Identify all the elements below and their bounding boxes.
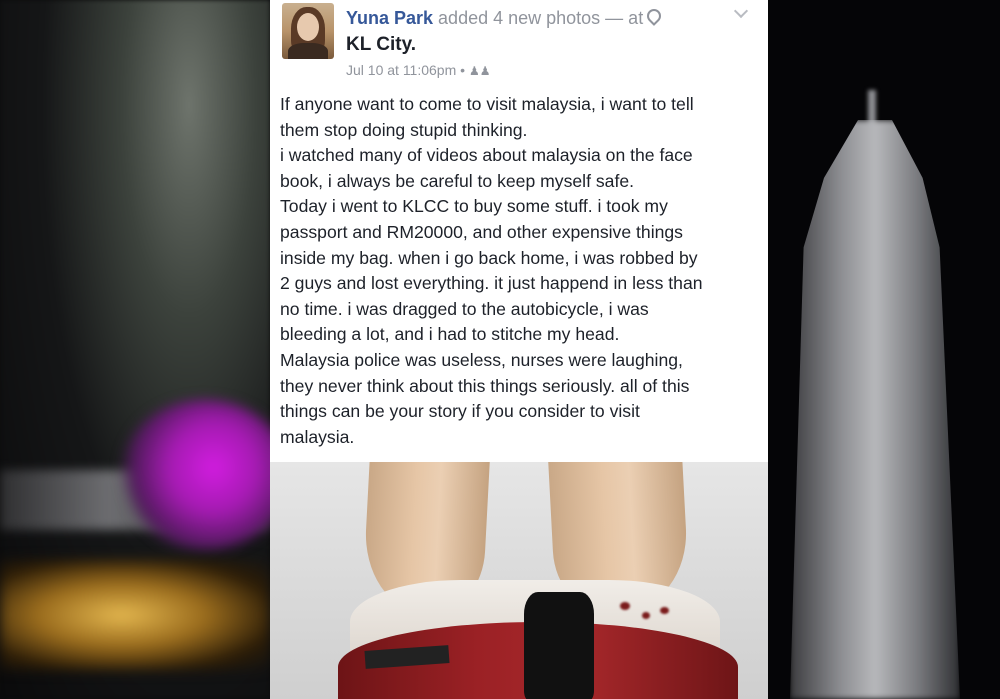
location-pin-icon (644, 6, 665, 26)
post-line: passport and RM20000, and other expensiv… (280, 221, 683, 242)
avatar[interactable] (282, 3, 334, 59)
post-line: Today i went to KLCC to buy some stuff. … (280, 196, 668, 217)
post-line: malaysia. (280, 426, 355, 447)
location-link[interactable]: KL City. (346, 34, 416, 56)
post-line: i watched many of videos about malaysia … (280, 145, 693, 166)
photo-stain (642, 612, 650, 619)
photo-stain (660, 607, 669, 614)
post-timestamp[interactable]: Jul 10 at 11:06pm (346, 62, 456, 78)
post-line: bleeding a lot, and i had to stitche my … (280, 324, 620, 345)
post-action-text: added 4 new photos — at (433, 8, 644, 28)
post-photo[interactable] (270, 462, 768, 699)
post-header: Yuna Park added 4 new photos — at (346, 6, 665, 29)
post-line: Malaysia police was useless, nurses were… (280, 349, 683, 370)
post-line: things can be your story if you consider… (280, 401, 640, 422)
background-gold-light (0, 560, 270, 670)
meta-separator: • (460, 62, 466, 78)
post-meta: Jul 10 at 11:06pm • ♟♟ (346, 62, 490, 78)
author-name-link[interactable]: Yuna Park (346, 8, 433, 28)
photo-stain (620, 602, 630, 610)
photo-shorts-dark (524, 592, 594, 699)
chevron-down-icon[interactable] (733, 3, 749, 19)
background-purple-light (120, 400, 290, 550)
post-line: no time. i was dragged to the autobicycl… (280, 298, 649, 319)
post-line: If anyone want to come to visit malaysia… (280, 94, 694, 114)
post-line: they never think about this things serio… (280, 375, 690, 396)
post-line: them stop doing stupid thinking. (280, 119, 528, 140)
friends-icon[interactable]: ♟♟ (469, 64, 491, 78)
post-body: If anyone want to come to visit malaysia… (280, 92, 764, 450)
post-line: book, i always be careful to keep myself… (280, 170, 635, 191)
facebook-post-card: Yuna Park added 4 new photos — at KL Cit… (270, 0, 768, 699)
post-line: 2 guys and lost everything. it just happ… (280, 273, 703, 294)
post-line: inside my bag. when i go back home, i wa… (280, 247, 698, 268)
